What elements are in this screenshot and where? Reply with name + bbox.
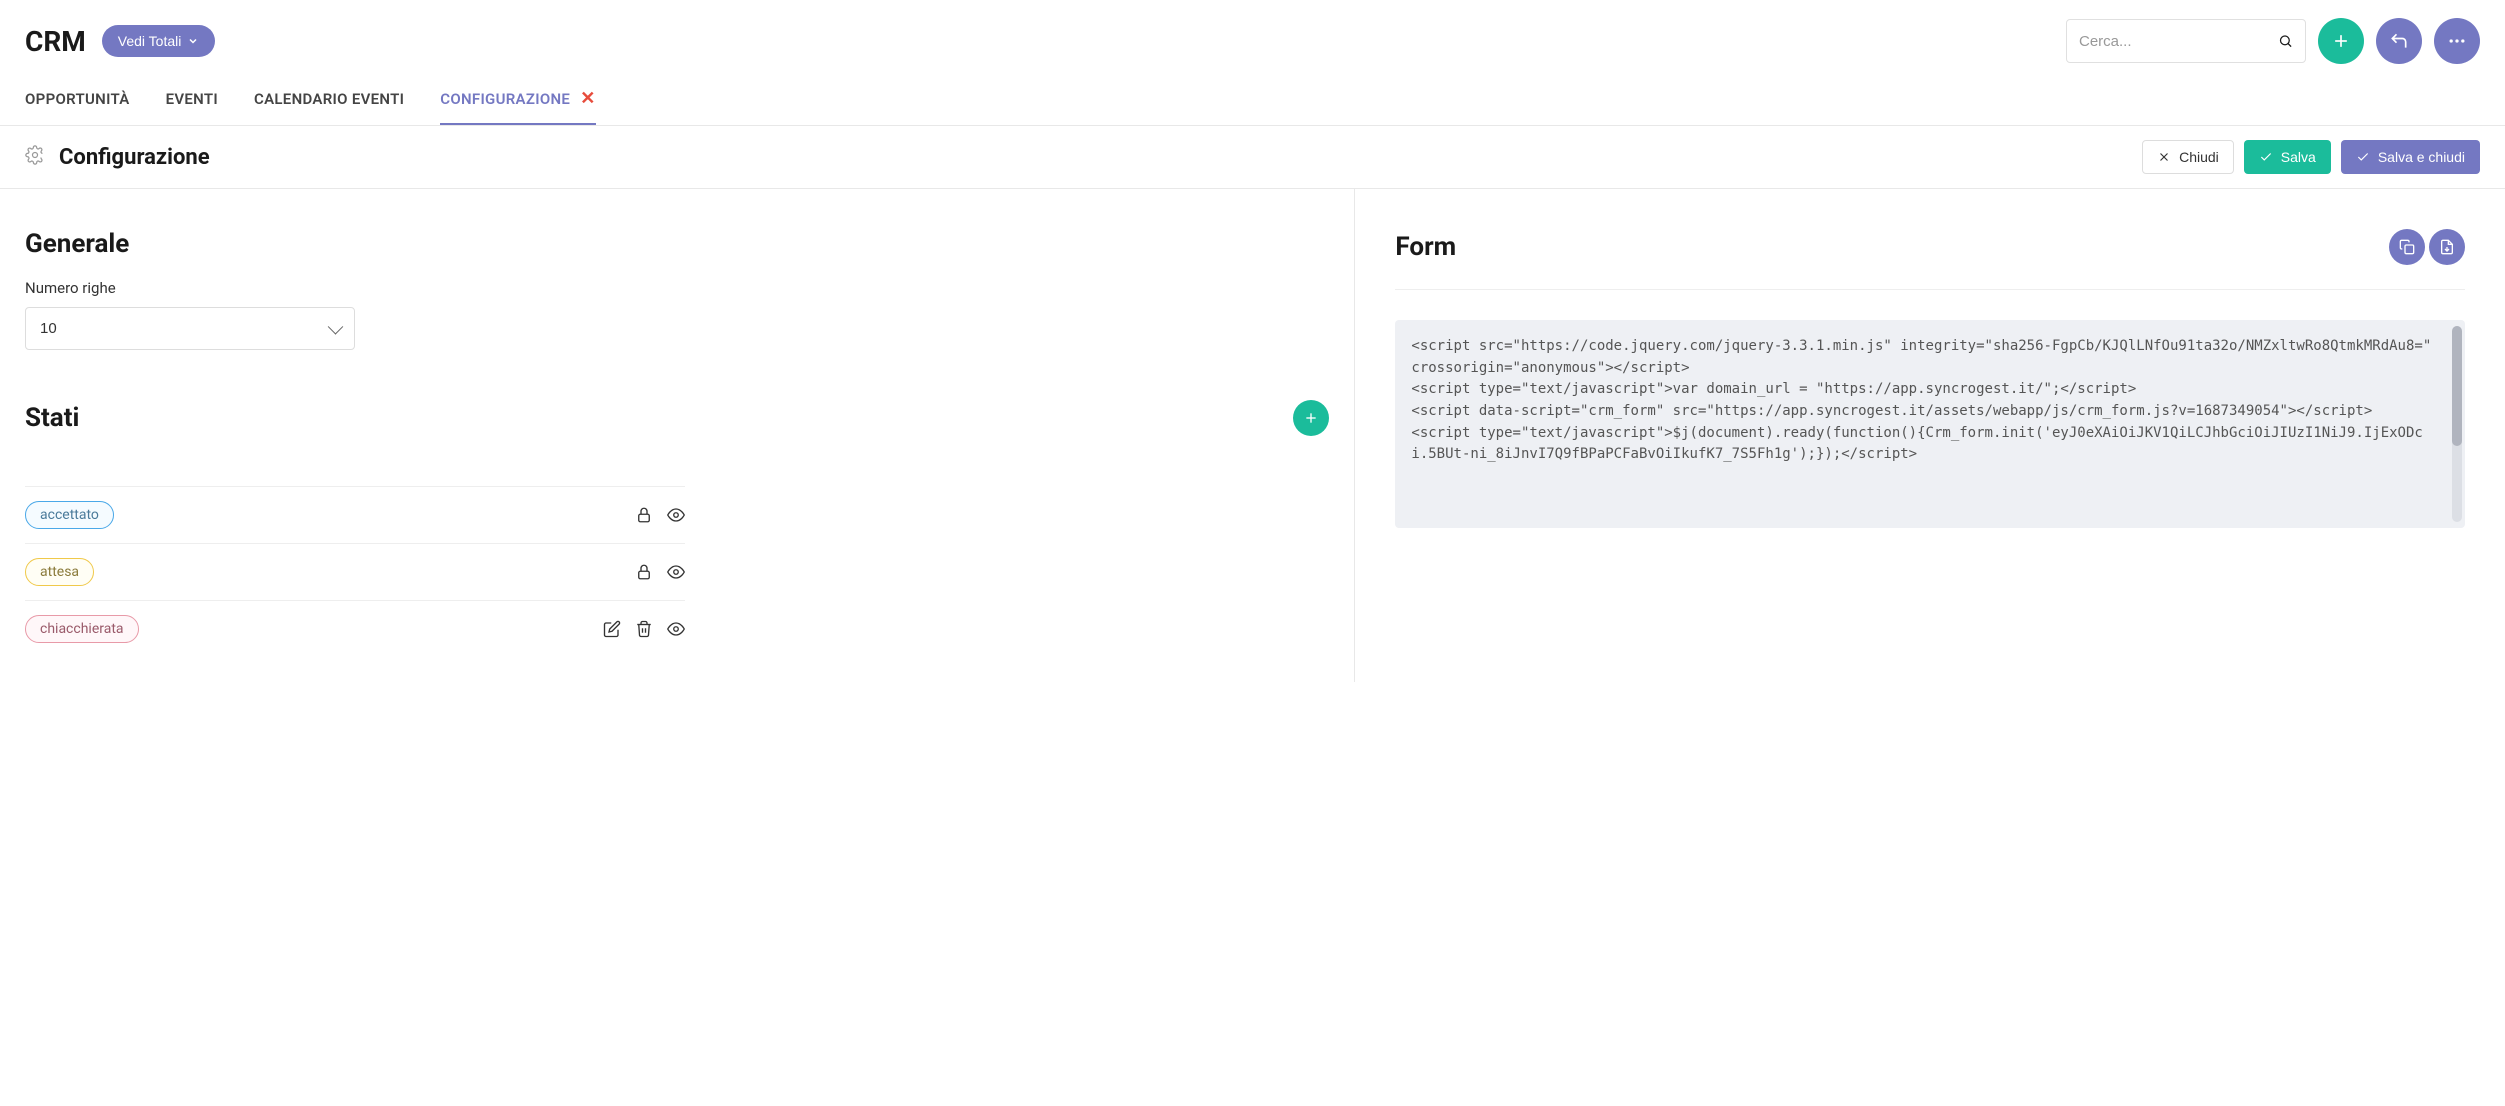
edit-icon[interactable] [603, 620, 621, 638]
chevron-down-icon [187, 35, 199, 47]
tab-calendario[interactable]: CALENDARIO EVENTI [254, 88, 404, 125]
stato-chip-accettato[interactable]: accettato [25, 501, 114, 529]
stato-row: accettato [25, 486, 685, 543]
page-title: Configurazione [59, 145, 210, 170]
salva-button[interactable]: Salva [2244, 140, 2331, 174]
plus-icon [2331, 31, 2351, 51]
salva-chiudi-label: Salva e chiudi [2378, 149, 2465, 165]
tab-configurazione-label: CONFIGURAZIONE [440, 90, 570, 108]
app-title: CRM [25, 25, 86, 58]
close-tab-icon[interactable]: ✕ [580, 88, 595, 109]
eye-icon[interactable] [667, 620, 685, 638]
gear-icon [25, 145, 45, 169]
more-button[interactable] [2434, 18, 2480, 64]
stato-row: chiacchierata [25, 600, 685, 657]
check-icon [2259, 150, 2273, 164]
tab-eventi[interactable]: EVENTI [166, 88, 218, 125]
lock-icon[interactable] [635, 563, 653, 581]
vedi-totali-button[interactable]: Vedi Totali [102, 25, 216, 57]
form-code-box[interactable]: <script src="https://code.jquery.com/jqu… [1395, 320, 2465, 528]
add-stato-button[interactable] [1293, 400, 1329, 436]
dots-icon [2447, 31, 2467, 51]
undo-button[interactable] [2376, 18, 2422, 64]
tab-opportunita[interactable]: OPPORTUNITÀ [25, 88, 130, 125]
form-heading: Form [1395, 232, 1456, 262]
copy-icon [2399, 239, 2415, 255]
stato-row: attesa [25, 543, 685, 600]
salva-label: Salva [2281, 149, 2316, 165]
salva-chiudi-button[interactable]: Salva e chiudi [2341, 140, 2480, 174]
check-icon [2356, 150, 2370, 164]
numero-righe-select[interactable]: 10 [25, 307, 355, 350]
undo-arrow-icon [2389, 31, 2409, 51]
stato-chip-attesa[interactable]: attesa [25, 558, 94, 586]
chiudi-label: Chiudi [2179, 149, 2219, 165]
close-icon [2157, 150, 2171, 164]
plus-icon [1303, 410, 1319, 426]
chiudi-button[interactable]: Chiudi [2142, 140, 2234, 174]
search-icon [2278, 32, 2293, 50]
form-code-content: <script src="https://code.jquery.com/jqu… [1411, 336, 2449, 466]
search-box[interactable] [2066, 19, 2306, 63]
search-input[interactable] [2079, 33, 2278, 50]
trash-icon[interactable] [635, 620, 653, 638]
tab-configurazione[interactable]: CONFIGURAZIONE ✕ [440, 88, 595, 125]
copy-code-button[interactable] [2389, 229, 2425, 265]
eye-icon[interactable] [667, 563, 685, 581]
stato-chip-chiacchierata[interactable]: chiacchierata [25, 615, 139, 643]
stati-heading: Stati [25, 403, 79, 433]
vedi-totali-label: Vedi Totali [118, 33, 182, 49]
scrollbar-thumb[interactable] [2452, 326, 2462, 446]
generale-heading: Generale [25, 229, 1329, 259]
download-file-icon [2439, 239, 2455, 255]
numero-righe-label: Numero righe [25, 279, 1329, 297]
lock-icon[interactable] [635, 506, 653, 524]
add-button[interactable] [2318, 18, 2364, 64]
download-code-button[interactable] [2429, 229, 2465, 265]
eye-icon[interactable] [667, 506, 685, 524]
